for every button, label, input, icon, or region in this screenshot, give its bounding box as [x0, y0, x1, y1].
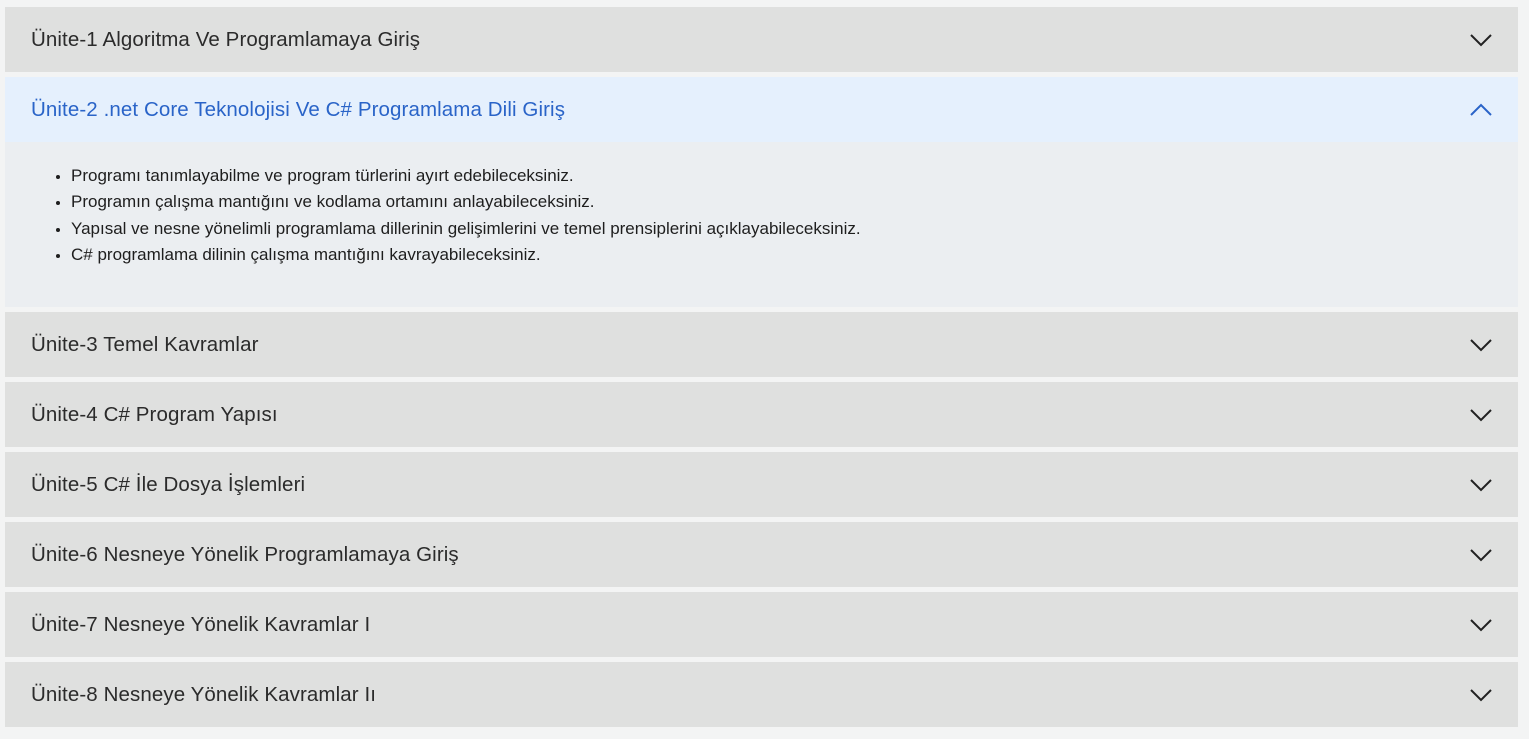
- accordion-title: Ünite-7 Nesneye Yönelik Kavramlar I: [31, 612, 371, 636]
- accordion-header-unit-1[interactable]: Ünite-1 Algoritma Ve Programlamaya Giriş: [5, 7, 1518, 72]
- accordion-title: Ünite-6 Nesneye Yönelik Programlamaya Gi…: [31, 542, 459, 566]
- accordion-title: Ünite-5 C# İle Dosya İşlemleri: [31, 472, 306, 496]
- chevron-down-icon[interactable]: [1468, 332, 1494, 358]
- accordion-title: Ünite-1 Algoritma Ve Programlamaya Giriş: [31, 27, 421, 51]
- accordion-header-unit-8[interactable]: Ünite-8 Nesneye Yönelik Kavramlar Iı: [5, 662, 1518, 727]
- chevron-down-icon[interactable]: [1468, 542, 1494, 568]
- accordion-body-unit-2: Programı tanımlayabilme ve program türle…: [5, 142, 1518, 307]
- list-item: C# programlama dilinin çalışma mantığını…: [71, 242, 1518, 268]
- chevron-down-icon[interactable]: [1468, 402, 1494, 428]
- list-item: Yapısal ve nesne yönelimli programlama d…: [71, 216, 1518, 242]
- unit-accordion: Ünite-1 Algoritma Ve Programlamaya Giriş…: [5, 7, 1518, 732]
- accordion-title: Ünite-8 Nesneye Yönelik Kavramlar Iı: [31, 682, 377, 706]
- accordion-header-unit-4[interactable]: Ünite-4 C# Program Yapısı: [5, 382, 1518, 447]
- accordion-title: Ünite-2 .net Core Teknolojisi Ve C# Prog…: [31, 97, 566, 121]
- accordion-item-unit-7: Ünite-7 Nesneye Yönelik Kavramlar I: [5, 592, 1518, 657]
- chevron-down-icon[interactable]: [1468, 612, 1494, 638]
- accordion-title: Ünite-4 C# Program Yapısı: [31, 402, 278, 426]
- accordion-header-unit-6[interactable]: Ünite-6 Nesneye Yönelik Programlamaya Gi…: [5, 522, 1518, 587]
- learning-outcomes-list: Programı tanımlayabilme ve program türle…: [5, 163, 1518, 268]
- accordion-header-unit-3[interactable]: Ünite-3 Temel Kavramlar: [5, 312, 1518, 377]
- accordion-item-unit-2: Ünite-2 .net Core Teknolojisi Ve C# Prog…: [5, 77, 1518, 307]
- chevron-down-icon[interactable]: [1468, 682, 1494, 708]
- chevron-down-icon[interactable]: [1468, 27, 1494, 53]
- accordion-title: Ünite-3 Temel Kavramlar: [31, 332, 259, 356]
- chevron-down-icon[interactable]: [1468, 472, 1494, 498]
- accordion-item-unit-3: Ünite-3 Temel Kavramlar: [5, 312, 1518, 377]
- accordion-header-unit-5[interactable]: Ünite-5 C# İle Dosya İşlemleri: [5, 452, 1518, 517]
- accordion-header-unit-7[interactable]: Ünite-7 Nesneye Yönelik Kavramlar I: [5, 592, 1518, 657]
- accordion-item-unit-8: Ünite-8 Nesneye Yönelik Kavramlar Iı: [5, 662, 1518, 727]
- accordion-header-unit-2[interactable]: Ünite-2 .net Core Teknolojisi Ve C# Prog…: [5, 77, 1518, 142]
- list-item: Programı tanımlayabilme ve program türle…: [71, 163, 1518, 189]
- accordion-item-unit-1: Ünite-1 Algoritma Ve Programlamaya Giriş: [5, 7, 1518, 72]
- accordion-item-unit-4: Ünite-4 C# Program Yapısı: [5, 382, 1518, 447]
- accordion-item-unit-5: Ünite-5 C# İle Dosya İşlemleri: [5, 452, 1518, 517]
- accordion-item-unit-6: Ünite-6 Nesneye Yönelik Programlamaya Gi…: [5, 522, 1518, 587]
- list-item: Programın çalışma mantığını ve kodlama o…: [71, 189, 1518, 215]
- chevron-up-icon[interactable]: [1468, 97, 1494, 123]
